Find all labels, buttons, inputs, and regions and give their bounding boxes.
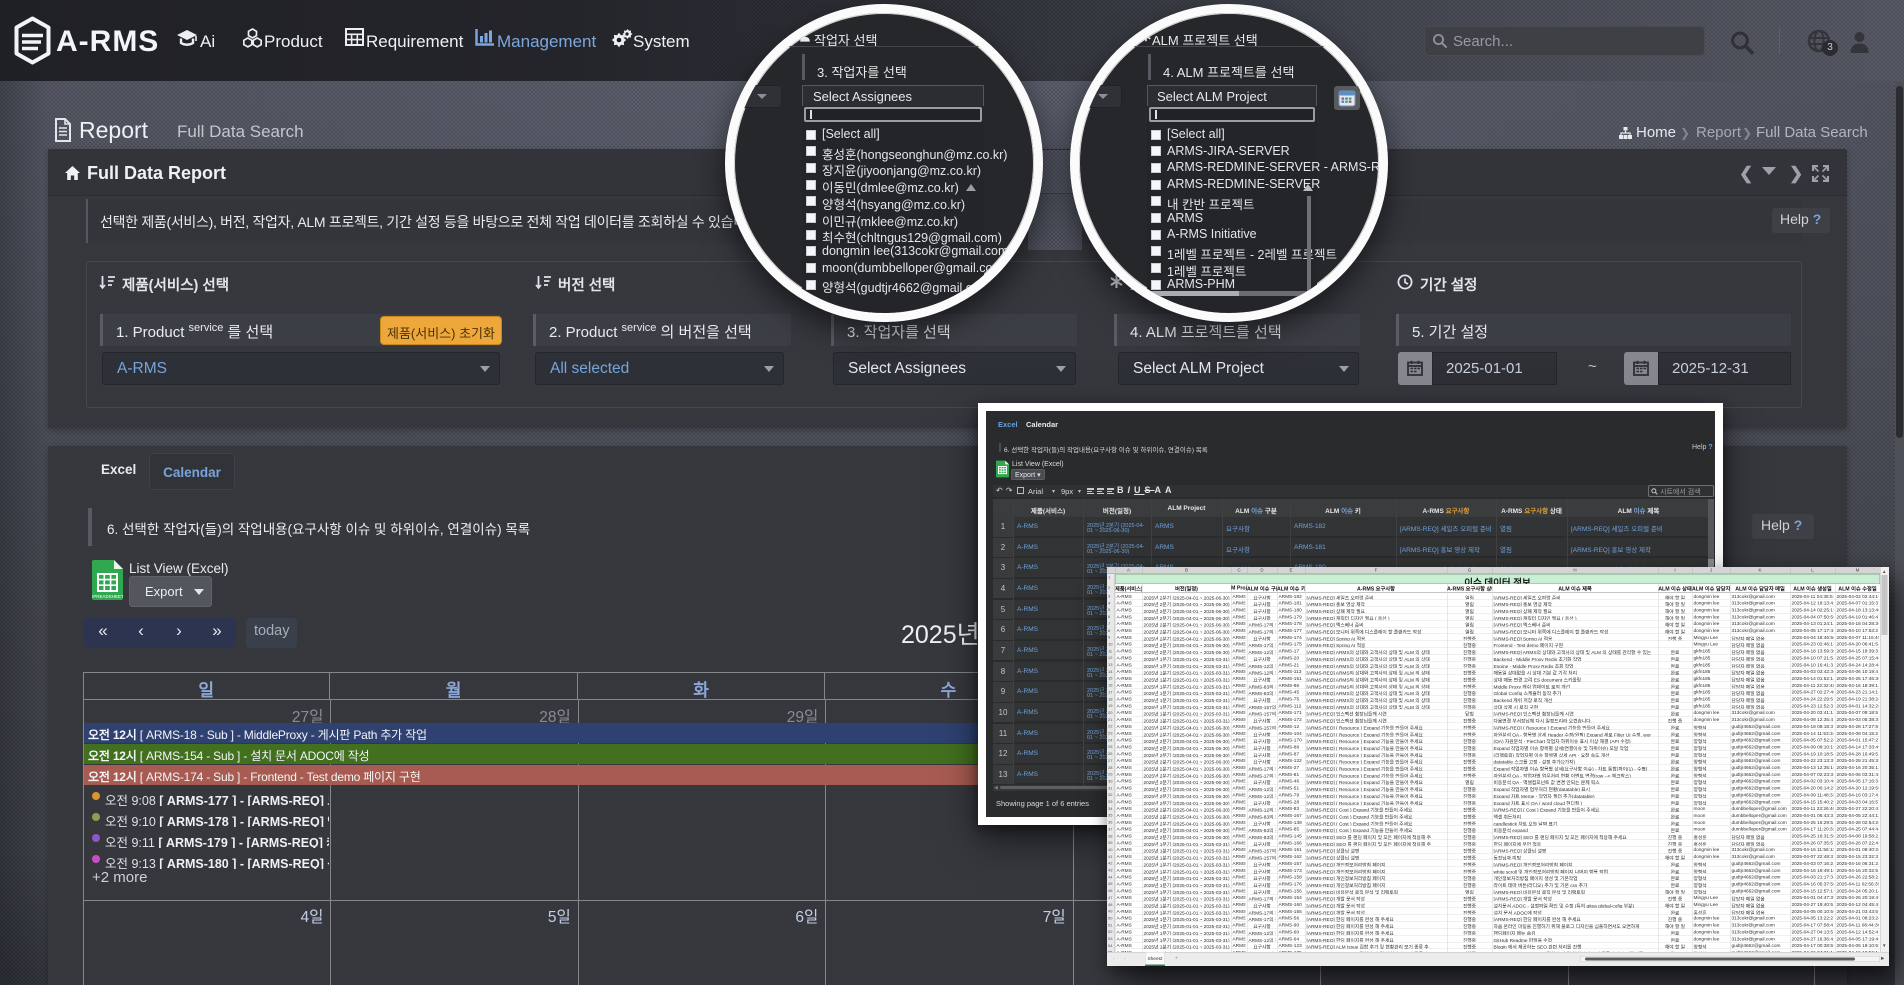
svg-text:SPREADSHEET: SPREADSHEET (92, 594, 123, 599)
